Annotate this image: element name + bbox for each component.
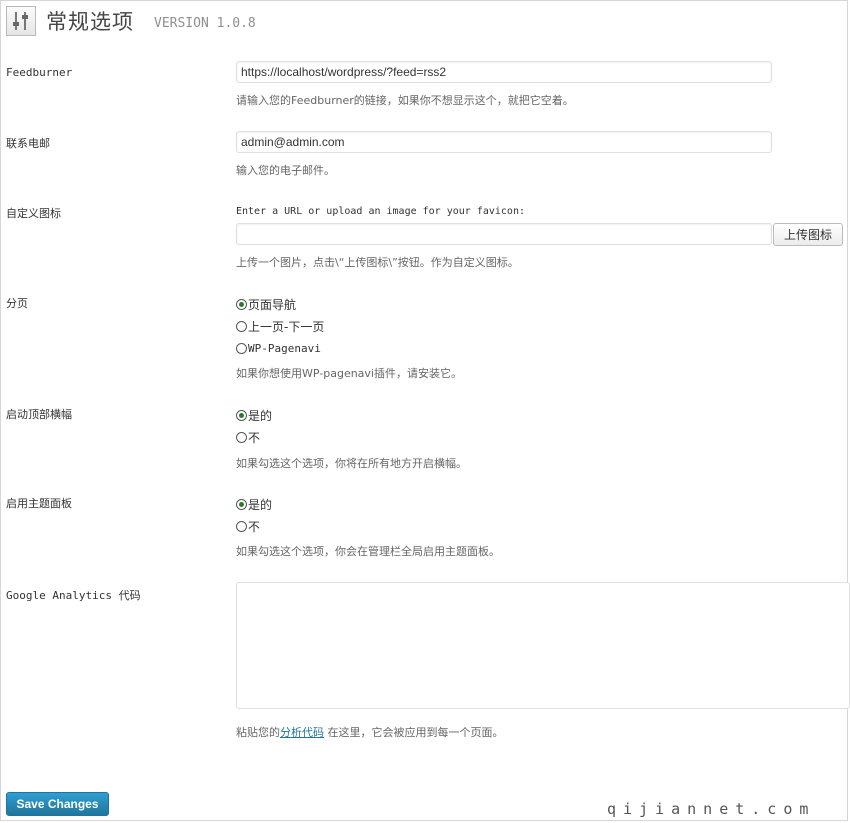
theme-panel-label: 启用主题面板 xyxy=(6,497,72,510)
favicon-url-input[interactable] xyxy=(236,223,772,245)
page-title: 常规选项 xyxy=(46,10,134,34)
favicon-description: 上传一个图片，点击\“上传图标\”按钮。作为自定义图标。 xyxy=(236,256,519,269)
theme-panel-description: 如果勾选这个选项，你会在管理栏全局启用主题面板。 xyxy=(236,545,500,558)
radio-checked-icon[interactable] xyxy=(236,298,247,310)
email-input[interactable] xyxy=(236,131,772,153)
top-banner-option-yes[interactable]: 是的 xyxy=(236,407,272,423)
email-label: 联系电邮 xyxy=(6,137,50,150)
favicon-label: 自定义图标 xyxy=(6,207,61,220)
pagination-option-prev-next[interactable]: 上一页-下一页 xyxy=(236,318,324,334)
pagination-description: 如果你想使用WP-pagenavi插件，请安装它。 xyxy=(236,367,462,380)
theme-panel-option-no[interactable]: 不 xyxy=(236,518,260,534)
analytics-description: 粘贴您的分析代码 在这里，它会被应用到每一个页面。 xyxy=(236,724,504,740)
feedburner-label: Feedburner xyxy=(6,66,73,79)
radio-checked-icon[interactable] xyxy=(236,409,247,421)
favicon-note: Enter a URL or upload an image for your … xyxy=(236,206,525,217)
radio-unchecked-icon[interactable] xyxy=(236,431,247,443)
settings-sliders-icon xyxy=(6,6,36,36)
feedburner-description: 请输入您的Feedburner的链接，如果你不想显示这个，就把它空着。 xyxy=(236,94,574,107)
analytics-desc-prefix: 粘贴您的 xyxy=(236,726,280,739)
analytics-desc-suffix: 在这里，它会被应用到每一个页面。 xyxy=(324,726,504,739)
pagination-option-page-nav[interactable]: 页面导航 xyxy=(236,296,296,312)
analytics-code-textarea[interactable] xyxy=(236,582,850,709)
top-banner-description: 如果勾选这个选项，你将在所有地方开启横幅。 xyxy=(236,457,467,470)
option-label: 是的 xyxy=(248,497,273,512)
option-label: 不 xyxy=(248,519,261,534)
watermark: qijiannet.com xyxy=(607,800,816,818)
radio-unchecked-icon[interactable] xyxy=(236,320,247,332)
page-header: 常规选项 VERSION 1.0.8 xyxy=(6,5,256,37)
radio-unchecked-icon[interactable] xyxy=(236,520,247,532)
analytics-code-link[interactable]: 分析代码 xyxy=(280,726,324,739)
option-label: 上一页-下一页 xyxy=(248,319,325,334)
pagination-label: 分页 xyxy=(6,297,28,310)
pagination-option-wp-pagenavi[interactable]: WP-Pagenavi xyxy=(236,340,321,356)
analytics-label: Google Analytics 代码 xyxy=(6,589,141,602)
radio-unchecked-icon[interactable] xyxy=(236,342,247,354)
option-label: 是的 xyxy=(248,408,273,423)
theme-panel-option-yes[interactable]: 是的 xyxy=(236,496,272,512)
feedburner-input[interactable] xyxy=(236,61,772,83)
option-label: WP-Pagenavi xyxy=(248,341,321,355)
top-banner-option-no[interactable]: 不 xyxy=(236,429,260,445)
email-description: 输入您的电子邮件。 xyxy=(236,164,335,177)
option-label: 页面导航 xyxy=(248,297,297,312)
upload-icon-button[interactable]: 上传图标 xyxy=(773,223,843,246)
version-label: VERSION 1.0.8 xyxy=(154,15,256,31)
option-label: 不 xyxy=(248,430,261,445)
radio-checked-icon[interactable] xyxy=(236,498,247,510)
save-changes-button[interactable]: Save Changes xyxy=(6,792,109,816)
top-banner-label: 启动顶部横幅 xyxy=(6,408,72,421)
